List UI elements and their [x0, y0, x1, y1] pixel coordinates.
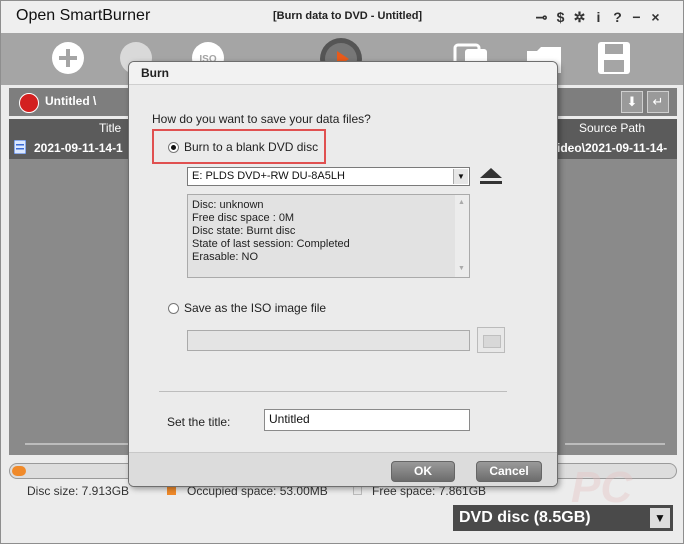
scroll-up-icon[interactable]: ▲ — [458, 199, 465, 206]
disc-info-line: Disc state: Burnt disc — [192, 225, 296, 237]
burn-disc-label[interactable]: Burn to a blank DVD disc — [184, 140, 318, 154]
burn-dialog: Burn How do you want to save your data f… — [128, 61, 558, 487]
column-source-path[interactable]: Source Path — [579, 121, 645, 135]
iso-path-input[interactable] — [187, 330, 470, 351]
disc-usage-fill — [12, 466, 26, 476]
save-question: How do you want to save your data files? — [152, 112, 371, 126]
help-icon[interactable]: ? — [608, 9, 627, 25]
dialog-footer: OK Cancel — [129, 452, 557, 486]
occupied-legend-icon — [167, 486, 176, 495]
title-input[interactable] — [269, 412, 465, 426]
close-button[interactable]: × — [646, 9, 665, 25]
folder-icon — [483, 335, 501, 348]
add-files-button[interactable] — [51, 41, 85, 75]
disc-size: Disc size: 7.913GB — [27, 484, 130, 498]
scrollbar-right[interactable] — [565, 443, 665, 445]
row-source-path: ideo\2021-09-11-14- — [557, 141, 668, 155]
title-field[interactable] — [264, 409, 470, 431]
iso-label[interactable]: Save as the ISO image file — [184, 301, 326, 315]
browse-folder-button[interactable] — [477, 327, 505, 353]
free-legend-icon — [353, 486, 362, 495]
chevron-down-icon[interactable]: ▼ — [453, 169, 468, 184]
disc-info-line: Erasable: NO — [192, 251, 259, 263]
add-icon — [52, 42, 84, 74]
disc-info-line: Disc: unknown — [192, 199, 264, 211]
down-arrow-icon[interactable]: ⬇ — [621, 91, 643, 113]
iso-radio[interactable] — [168, 303, 179, 314]
main-window: Open SmartBurner [Burn data to DVD - Unt… — [0, 0, 684, 544]
document-title: [Burn data to DVD - Untitled] — [273, 10, 423, 22]
title-bar: Open SmartBurner [Burn data to DVD - Unt… — [1, 1, 683, 33]
dollar-icon[interactable]: $ — [551, 9, 570, 25]
divider — [159, 391, 507, 392]
disc-info-line: Free disc space : 0M — [192, 212, 295, 224]
info-scrollbar[interactable]: ▲ ▼ — [455, 195, 469, 277]
key-icon[interactable]: ⊸ — [532, 9, 551, 25]
cancel-button[interactable]: Cancel — [476, 461, 542, 482]
window-controls: ⊸ $ ✲ i ? − × — [532, 9, 665, 25]
dialog-title: Burn — [141, 66, 169, 80]
burn-disc-radio[interactable] — [168, 142, 179, 153]
disc-type-value: DVD disc (8.5GB) — [459, 509, 591, 526]
file-icon — [14, 140, 26, 154]
save-icon — [598, 42, 630, 74]
disc-info-line: State of last session: Completed — [192, 238, 350, 250]
dialog-body: How do you want to save your data files?… — [129, 85, 557, 486]
save-project-button[interactable] — [597, 41, 631, 75]
disc-type-select[interactable]: DVD disc (8.5GB) ▼ — [453, 505, 673, 531]
set-title-label: Set the title: — [167, 415, 231, 429]
info-icon[interactable]: i — [589, 9, 608, 25]
eject-icon[interactable] — [480, 168, 502, 186]
drive-select[interactable]: E: PLDS DVD+-RW DU-8A5LH ▼ — [187, 167, 470, 186]
project-name[interactable]: Untitled \ — [45, 94, 96, 108]
dropdown-arrow-icon[interactable]: ▼ — [650, 508, 670, 528]
app-title: Open SmartBurner — [16, 7, 151, 24]
row-title: 2021-09-11-14-1 — [34, 141, 123, 155]
column-title[interactable]: Title — [99, 121, 121, 135]
settings-icon[interactable]: ✲ — [570, 9, 589, 25]
scrollbar-left[interactable] — [25, 443, 129, 445]
dvd-icon — [19, 93, 39, 113]
minimize-button[interactable]: − — [627, 9, 646, 25]
back-arrow-icon[interactable]: ↵ — [647, 91, 669, 113]
ok-button[interactable]: OK — [391, 461, 455, 482]
dialog-title-bar: Burn — [129, 62, 557, 85]
drive-value: E: PLDS DVD+-RW DU-8A5LH — [192, 170, 345, 182]
scroll-down-icon[interactable]: ▼ — [458, 265, 465, 272]
disc-info-box: Disc: unknown Free disc space : 0M Disc … — [187, 194, 470, 278]
